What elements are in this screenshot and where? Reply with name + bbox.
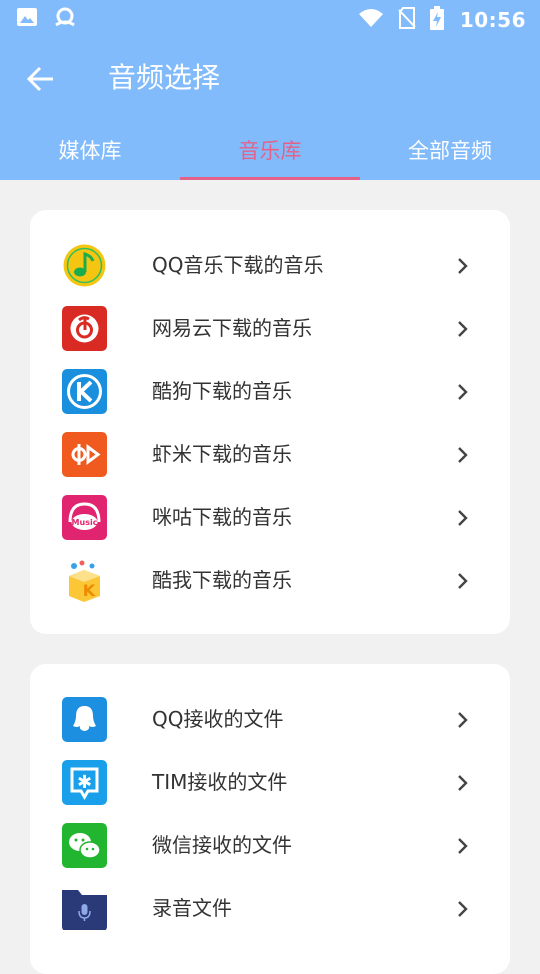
list-item-qq-music[interactable]: QQ音乐下载的音乐 [30,234,510,297]
chevron-right-icon [456,319,470,339]
tab-media-library[interactable]: 媒体库 [0,128,180,180]
netease-cloud-music-icon [62,306,107,351]
xiami-icon [62,432,107,477]
list-item-label: TIM接收的文件 [152,770,288,794]
app-header: 10:56 音频选择 媒体库 音乐库 全部音频 [0,0,540,180]
chevron-right-icon [456,836,470,856]
list-item-xiami[interactable]: 虾米下载的音乐 [30,423,510,486]
no-sim-icon [398,7,416,33]
chevron-right-icon [456,256,470,276]
chevron-right-icon [456,445,470,465]
list-item-label: QQ接收的文件 [152,707,284,731]
chevron-right-icon [456,508,470,528]
list-item-kuwo[interactable]: K 酷我下载的音乐 [30,549,510,612]
svg-text:K: K [83,581,96,600]
battery-charging-icon [429,6,444,34]
arrow-left-icon [24,66,58,100]
list-item-label: 酷狗下载的音乐 [152,379,292,403]
toolbar: 音频选择 [0,44,540,114]
wechat-icon [62,823,107,868]
tab-music-library-label: 音乐库 [238,139,302,163]
recording-folder-icon [62,886,107,931]
list-item-label: 咪咕下载的音乐 [152,505,292,529]
music-sources-card: QQ音乐下载的音乐 网易云下载的音乐 酷狗下载的音乐 虾米下载的音乐 Music… [30,210,510,634]
wifi-icon [358,8,384,32]
image-icon [16,7,38,31]
status-bar: 10:56 [0,0,540,36]
list-item-label: 酷我下载的音乐 [152,568,292,592]
app-notification-icon [54,7,76,31]
chevron-right-icon [456,382,470,402]
list-item-recordings[interactable]: 录音文件 [30,877,510,940]
status-time: 10:56 [459,8,526,32]
list-item-label: QQ音乐下载的音乐 [152,253,324,277]
qq-icon [62,697,107,742]
migu-icon: Music [62,495,107,540]
list-item-migu[interactable]: Music 咪咕下载的音乐 [30,486,510,549]
kugou-icon [62,369,107,414]
chevron-right-icon [456,773,470,793]
qq-music-icon [62,243,107,288]
tab-all-audio[interactable]: 全部音频 [360,128,540,180]
list-item-label: 网易云下载的音乐 [152,316,312,340]
list-item-qq-files[interactable]: QQ接收的文件 [30,688,510,751]
chevron-right-icon [456,571,470,591]
file-sources-card: QQ接收的文件 ✱ TIM接收的文件 微信接收的文件 录音文件 [30,664,510,974]
chevron-right-icon [456,710,470,730]
list-item-label: 录音文件 [152,896,232,920]
tab-music-library[interactable]: 音乐库 [180,128,360,180]
tim-icon: ✱ [62,760,107,805]
list-item-label: 微信接收的文件 [152,833,292,857]
tab-bar: 媒体库 音乐库 全部音频 [0,128,540,180]
svg-text:✱: ✱ [77,772,92,793]
back-button[interactable] [24,62,58,96]
list-item-wechat-files[interactable]: 微信接收的文件 [30,814,510,877]
page-title: 音频选择 [108,61,221,94]
chevron-right-icon [456,899,470,919]
list-item-tim-files[interactable]: ✱ TIM接收的文件 [30,751,510,814]
active-tab-indicator [180,177,360,180]
list-item-label: 虾米下载的音乐 [152,442,292,466]
list-item-kugou[interactable]: 酷狗下载的音乐 [30,360,510,423]
svg-text:Music: Music [72,518,98,527]
list-item-netease-music[interactable]: 网易云下载的音乐 [30,297,510,360]
kuwo-icon: K [62,558,107,603]
